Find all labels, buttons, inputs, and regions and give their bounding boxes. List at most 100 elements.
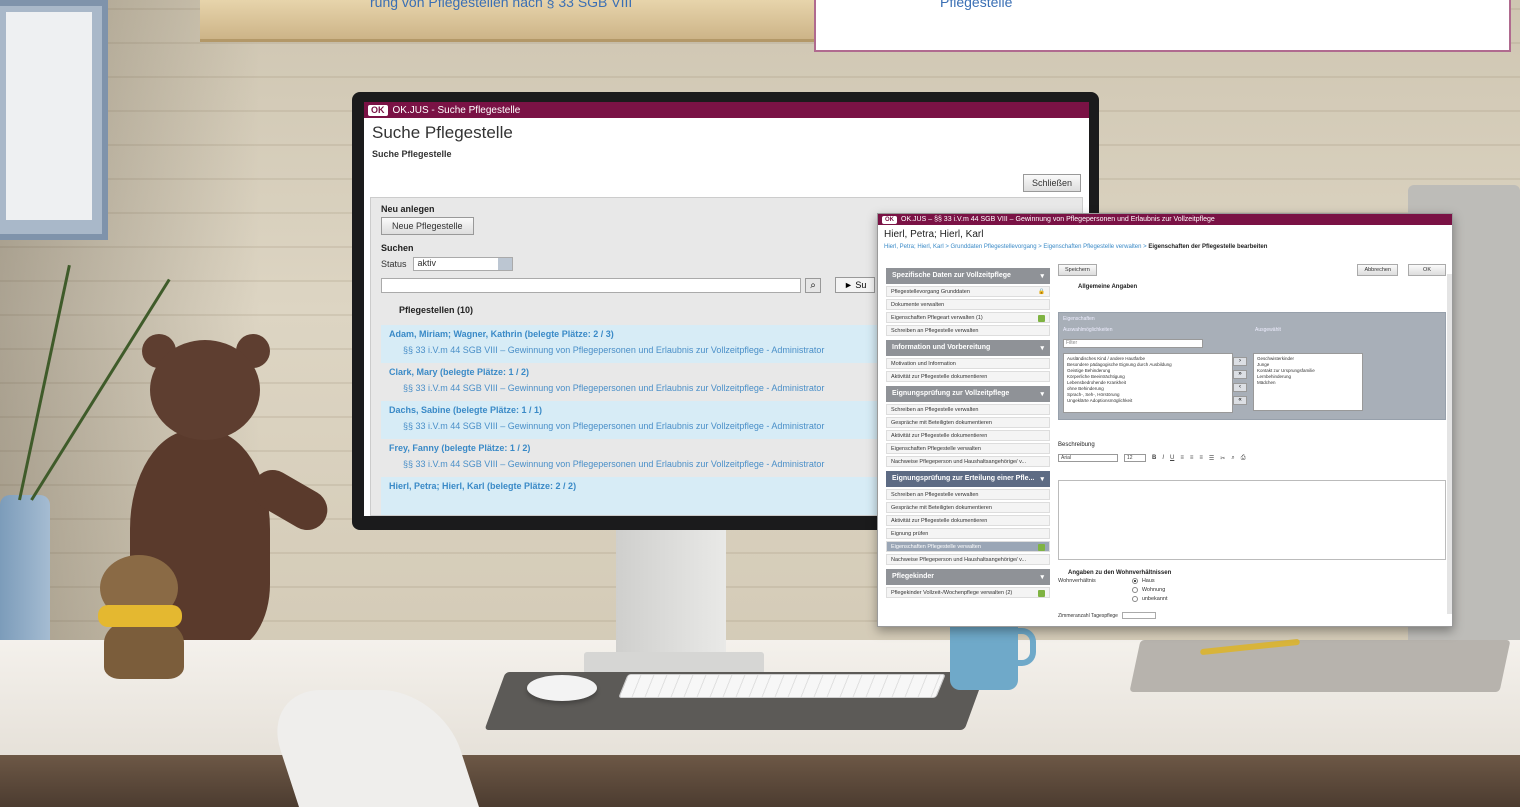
align-right-icon[interactable]: ≡ bbox=[1199, 455, 1203, 461]
nav-group-active[interactable]: Eignungsprüfung zur Erteilung einer Pfle… bbox=[886, 471, 1050, 487]
nav-group[interactable]: Pflegekinder ▾ bbox=[886, 569, 1050, 585]
search-icon[interactable]: ⌕ bbox=[805, 277, 821, 293]
nav-link-label: Aktivität zur Pflegestelle dokumentieren bbox=[891, 433, 988, 439]
nav-link[interactable]: Eigenschaften Pflegestelle verwalten bbox=[886, 443, 1050, 454]
picture-frame bbox=[0, 0, 108, 240]
close-button[interactable]: Schließen bbox=[1022, 174, 1081, 192]
window-title: OK.JUS - Suche Pflegestelle bbox=[392, 104, 521, 116]
ok-logo: OK bbox=[882, 215, 897, 224]
nav-link[interactable]: Pflegekinder Vollzeit-/Wochenpflege verw… bbox=[886, 587, 1050, 598]
cancel-button[interactable]: Abbrechen bbox=[1357, 264, 1399, 276]
available-list[interactable]: Ausländisches Kind / andere Hautfarbe Be… bbox=[1063, 353, 1233, 413]
underline-icon[interactable]: U bbox=[1170, 455, 1174, 461]
teddy-bear-small bbox=[90, 555, 195, 680]
filter-input[interactable]: Filter bbox=[1063, 339, 1203, 348]
nav-link[interactable]: Schreiben an Pflegestelle verwalten bbox=[886, 489, 1050, 500]
zimmer-row: Zimmeranzahl Tagespflege bbox=[1058, 612, 1446, 619]
check-icon bbox=[1038, 315, 1045, 322]
nav-link[interactable]: Nachweise Pflegeperson und Haushaltsange… bbox=[886, 554, 1050, 565]
align-left-icon[interactable]: ≡ bbox=[1180, 455, 1184, 461]
list-icon[interactable]: ☰ bbox=[1209, 455, 1214, 462]
move-left-icon[interactable]: ‹ bbox=[1233, 383, 1247, 392]
selected-list[interactable]: Geschwisterkinder Junge Kontakt zur Ursp… bbox=[1253, 353, 1363, 411]
wohn-radio[interactable]: unbekannt bbox=[1131, 596, 1168, 602]
detail-content: Speichern Abbrechen OK Allgemeine Angabe… bbox=[1058, 264, 1446, 626]
nav-link-label: Nachweise Pflegeperson und Haushaltsange… bbox=[891, 557, 1027, 563]
nav-link[interactable]: Pflegestellevorgang Grunddaten 🔒 bbox=[886, 286, 1050, 297]
search-input[interactable] bbox=[381, 277, 801, 293]
nav-group-title: Spezifische Daten zur Vollzeitpflege bbox=[892, 272, 1011, 279]
status-select[interactable]: aktiv bbox=[412, 257, 513, 271]
nav-link[interactable]: Dokumente verwalten bbox=[886, 299, 1050, 310]
info-card: Pflegestelle bbox=[814, 0, 1511, 52]
nav-link[interactable]: Schreiben an Pflegestelle verwalten bbox=[886, 325, 1050, 336]
move-all-left-icon[interactable]: « bbox=[1233, 396, 1247, 405]
cup-handle bbox=[1012, 628, 1036, 666]
detail-window-title: OK.JUS – §§ 33 i.V.m 44 SGB VIII – Gewin… bbox=[901, 216, 1215, 223]
wohn-option: unbekannt bbox=[1141, 596, 1168, 602]
breadcrumb-path[interactable]: Hierl, Petra; Hierl, Karl > Grunddaten P… bbox=[884, 244, 1148, 250]
lock-icon: 🔒 bbox=[1038, 289, 1045, 295]
wohn-row: Wohnverhältnis Haus Wohnung unbekannt bbox=[1058, 578, 1446, 602]
status-label: Status bbox=[381, 259, 407, 269]
nav-group[interactable]: Eignungsprüfung zur Vollzeitpflege ▾ bbox=[886, 386, 1050, 402]
available-item[interactable]: Ungeklärte Adoptionsmöglichkeit bbox=[1067, 398, 1229, 404]
nav-group[interactable]: Spezifische Daten zur Vollzeitpflege ▾ bbox=[886, 268, 1050, 284]
bold-icon[interactable]: B bbox=[1152, 455, 1156, 461]
move-right-icon[interactable]: › bbox=[1233, 357, 1247, 366]
nav-link[interactable]: Schreiben an Pflegestelle verwalten bbox=[886, 404, 1050, 415]
person-name: Hierl, Petra; Hierl, Karl bbox=[884, 229, 984, 240]
nav-link[interactable]: Gespräche mit Beteiligten dokumentieren bbox=[886, 417, 1050, 428]
nav-group-title: Pflegekinder bbox=[892, 573, 935, 580]
wohn-option: Haus bbox=[1141, 578, 1155, 584]
nav-link[interactable]: Eigenschaften Pflegeart verwalten (1) bbox=[886, 312, 1050, 323]
nav-link[interactable]: Aktivität zur Pflegestelle dokumentieren bbox=[886, 515, 1050, 526]
nav-link[interactable]: Eignung prüfen bbox=[886, 528, 1050, 539]
status-value: aktiv bbox=[417, 258, 437, 268]
ok-button[interactable]: OK bbox=[1408, 264, 1446, 276]
nav-link[interactable]: Gespräche mit Beteiligten dokumentieren bbox=[886, 502, 1050, 513]
nav-link-label: Eigenschaften Pflegeart verwalten (1) bbox=[891, 315, 983, 321]
search-icon[interactable]: ⌕ bbox=[1231, 455, 1234, 462]
nav-link[interactable]: Aktivität zur Pflegestelle dokumentieren bbox=[886, 371, 1050, 382]
editor-toolbar: Arial 12 B I U ≡ ≡ ≡ ☰ ✂ ⌕ ⎙ bbox=[1058, 454, 1446, 462]
nav-link-label: Eignung prüfen bbox=[891, 531, 929, 537]
detail-titlebar: OK OK.JUS – §§ 33 i.V.m 44 SGB VIII – Ge… bbox=[878, 214, 1452, 225]
nav-link-label: Schreiben an Pflegestelle verwalten bbox=[891, 328, 979, 334]
wohn-heading: Angaben zu den Wohnverhältnissen bbox=[1068, 570, 1172, 576]
nav-link-label: Dokumente verwalten bbox=[891, 302, 945, 308]
window-titlebar: OK OK.JUS - Suche Pflegestelle bbox=[364, 102, 1089, 118]
info-card-text: Pflegestelle bbox=[940, 0, 1013, 10]
new-pflegestelle-button[interactable]: Neue Pflegestelle bbox=[381, 217, 474, 235]
description-editor[interactable] bbox=[1058, 480, 1446, 560]
nav-link-label: Pflegestellevorgang Grunddaten bbox=[891, 289, 970, 295]
monitor-stand bbox=[616, 530, 726, 670]
check-icon bbox=[1038, 590, 1045, 597]
selected-item[interactable]: Mädchen bbox=[1257, 380, 1359, 386]
wohn-radio[interactable]: Haus bbox=[1131, 578, 1168, 584]
save-button[interactable]: Speichern bbox=[1058, 264, 1097, 276]
monitor-foot bbox=[584, 652, 764, 674]
nav-group[interactable]: Information und Vorbereitung ▾ bbox=[886, 340, 1050, 356]
zimmer-input[interactable] bbox=[1121, 612, 1156, 619]
nav-link[interactable]: Motivation und Information bbox=[886, 358, 1050, 369]
desk-edge bbox=[0, 755, 1520, 807]
print-icon[interactable]: ⎙ bbox=[1241, 455, 1246, 462]
cut-icon[interactable]: ✂ bbox=[1220, 455, 1225, 462]
nav-link[interactable]: Nachweise Pflegeperson und Haushaltsange… bbox=[886, 456, 1050, 467]
font-select[interactable]: Arial bbox=[1058, 454, 1118, 462]
move-all-right-icon[interactable]: » bbox=[1233, 370, 1247, 379]
scrollbar[interactable] bbox=[1447, 274, 1452, 614]
check-icon bbox=[1038, 544, 1045, 551]
align-center-icon[interactable]: ≡ bbox=[1190, 455, 1194, 461]
nav-group-title: Information und Vorbereitung bbox=[892, 344, 991, 351]
nav-link-label: Aktivität zur Pflegestelle dokumentieren bbox=[891, 374, 988, 380]
font-size-select[interactable]: 12 bbox=[1124, 454, 1146, 462]
nav-link-selected[interactable]: Eigenschaften Pflegestelle verwalten bbox=[886, 541, 1050, 552]
nav-link[interactable]: Aktivität zur Pflegestelle dokumentieren bbox=[886, 430, 1050, 441]
radio-selected-icon bbox=[1131, 578, 1138, 584]
italic-icon[interactable]: I bbox=[1162, 455, 1164, 461]
search-button[interactable]: ► Su bbox=[835, 277, 876, 293]
nav-link-label: Pflegekinder Vollzeit-/Wochenpflege verw… bbox=[891, 590, 1013, 596]
wohn-radio[interactable]: Wohnung bbox=[1131, 587, 1168, 593]
